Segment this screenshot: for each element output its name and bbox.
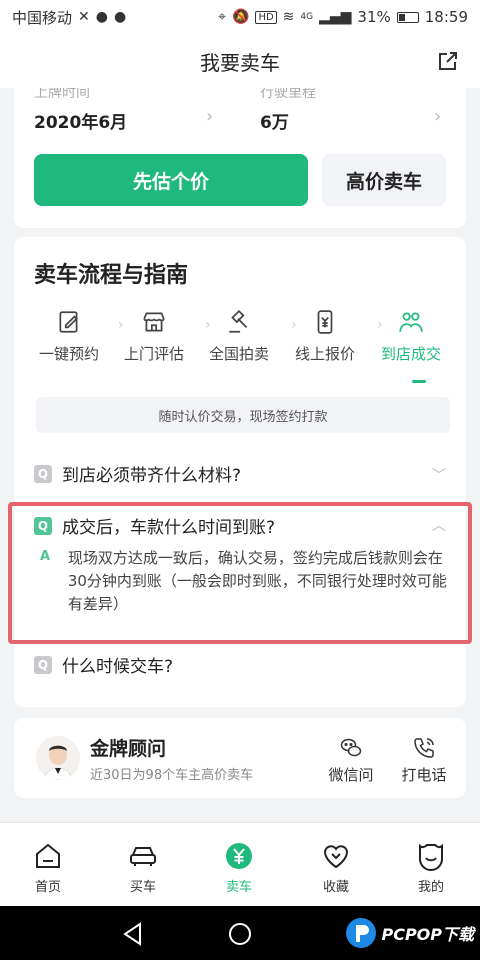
share-icon[interactable] xyxy=(436,49,460,73)
chevron-down-icon[interactable]: ﹀ xyxy=(432,465,446,485)
signal-icon: ▂▄▆ xyxy=(319,9,352,25)
heart-icon xyxy=(323,845,349,869)
location-icon: ⌖ xyxy=(218,9,226,25)
tab-profile[interactable]: 我的 xyxy=(401,841,461,895)
status-right: ⌖ 🔕 HD ≋ 4G ▂▄▆ 31% 18:59 xyxy=(218,8,468,26)
wechat-icon: ● xyxy=(95,9,108,25)
step-label: 一键预约 xyxy=(38,345,99,363)
battery-icon xyxy=(396,11,419,23)
phone-icon xyxy=(414,738,434,758)
car-info-card: 上牌时间 2020年6月 › 行驶里程 6万 › 先估个价 高价卖车 xyxy=(14,88,466,228)
nav-bar: 我要卖车 xyxy=(0,34,480,88)
mileage-label: 行驶里程 xyxy=(260,88,316,101)
step-appointment[interactable]: 一键预约 xyxy=(26,309,112,364)
wifi-icon: ≋ xyxy=(282,9,295,25)
status-left: 中国移动 ✕ ● ● xyxy=(12,7,126,28)
sell-high-button[interactable]: 高价卖车 xyxy=(322,154,446,206)
edit-icon xyxy=(59,311,78,333)
car-icon xyxy=(130,847,156,866)
plate-time-field[interactable]: 上牌时间 2020年6月 xyxy=(34,88,127,133)
estimate-button[interactable]: 先估个价 xyxy=(34,154,308,206)
plate-time-label: 上牌时间 xyxy=(34,88,90,101)
mileage-value: 6万 xyxy=(260,113,289,133)
tab-label: 我的 xyxy=(417,880,444,895)
battery-percent: 31% xyxy=(357,8,391,26)
faq-question-text: 到店必须带齐什么材料? xyxy=(62,466,242,486)
avatar xyxy=(36,736,80,780)
faq-question[interactable]: Q 什么时候交车? xyxy=(34,652,173,677)
network-label: 4G xyxy=(300,12,314,22)
step-label: 全国拍卖 xyxy=(208,345,269,363)
section-title: 卖车流程与指南 xyxy=(34,263,189,288)
home-circle-icon[interactable] xyxy=(227,921,253,947)
home-icon xyxy=(36,843,60,868)
active-step-indicator xyxy=(412,380,426,383)
pcpop-logo-icon xyxy=(346,918,377,948)
clock: 18:59 xyxy=(424,8,468,26)
gavel-icon xyxy=(229,309,248,333)
step-store-deal[interactable]: 到店成交 xyxy=(368,309,454,364)
page-title: 我要卖车 xyxy=(200,50,280,75)
carrier-label: 中国移动 xyxy=(12,8,73,27)
tab-label: 首页 xyxy=(34,880,61,895)
call-label: 打电话 xyxy=(401,766,447,784)
tab-label: 收藏 xyxy=(322,880,349,895)
chevron-right-icon: › xyxy=(434,106,442,127)
highlight-box xyxy=(8,502,472,644)
back-icon[interactable] xyxy=(120,921,146,947)
faq-question-text: 什么时候交车? xyxy=(62,657,174,677)
tab-bar: 首页 买车 卖车 收藏 我的 xyxy=(0,822,480,906)
mute-icon: 🔕 xyxy=(232,9,250,25)
call-button[interactable]: 打电话 xyxy=(394,736,454,785)
advisor-card: 金牌顾问 近30日为98个车主高价卖车 微信问 打电话 xyxy=(14,718,466,798)
tab-home[interactable]: 首页 xyxy=(18,841,78,895)
tab-sell[interactable]: 卖车 xyxy=(209,841,269,895)
advisor-subtitle: 近30日为98个车主高价卖车 xyxy=(90,768,254,783)
plate-time-value: 2020年6月 xyxy=(34,113,128,133)
step-label: 上门评估 xyxy=(123,345,184,363)
question-badge: Q xyxy=(34,464,52,483)
wechat-ask-button[interactable]: 微信问 xyxy=(321,736,381,785)
wechat-ask-label: 微信问 xyxy=(328,766,374,784)
step-label: 线上报价 xyxy=(294,345,355,363)
watermark-text: PCPOP下载 xyxy=(381,925,474,944)
yuan-icon xyxy=(226,843,252,869)
watermark: PCPOP下载 xyxy=(345,916,474,950)
message-icon: ● xyxy=(113,9,127,25)
handshake-icon xyxy=(399,312,423,332)
store-icon xyxy=(143,312,165,332)
mileage-field[interactable]: 行驶里程 6万 xyxy=(260,88,316,133)
system-nav-bar: PCPOP下载 xyxy=(0,906,480,960)
missed-call-icon: ✕ xyxy=(78,9,90,25)
chevron-right-icon: › xyxy=(206,106,214,127)
step-online-quote[interactable]: 线上报价 xyxy=(282,309,368,364)
tab-favorites[interactable]: 收藏 xyxy=(306,841,366,895)
status-bar: 中国移动 ✕ ● ● ⌖ 🔕 HD ≋ 4G ▂▄▆ 31% 18:59 xyxy=(0,0,480,34)
step-label: 到店成交 xyxy=(380,345,441,363)
step-evaluation[interactable]: 上门评估 xyxy=(111,309,197,364)
yuan-phone-icon xyxy=(317,310,333,334)
advisor-name: 金牌顾问 xyxy=(90,738,167,760)
question-badge: Q xyxy=(34,655,52,674)
tab-label: 卖车 xyxy=(225,880,252,895)
faq-question[interactable]: Q 到店必须带齐什么材料? xyxy=(34,461,241,486)
process-tip: 随时认价交易，现场签约打款 xyxy=(36,397,450,433)
hd-badge: HD xyxy=(255,10,277,24)
wechat-chat-icon xyxy=(340,738,362,757)
process-steps: 一键预约 › 上门评估 › 全国拍卖 › 线上报价 › 到店成交 xyxy=(14,309,466,369)
tab-label: 买车 xyxy=(129,880,156,895)
profile-icon xyxy=(419,843,443,871)
tab-buy[interactable]: 买车 xyxy=(113,841,173,895)
step-auction[interactable]: 全国拍卖 xyxy=(196,309,282,364)
